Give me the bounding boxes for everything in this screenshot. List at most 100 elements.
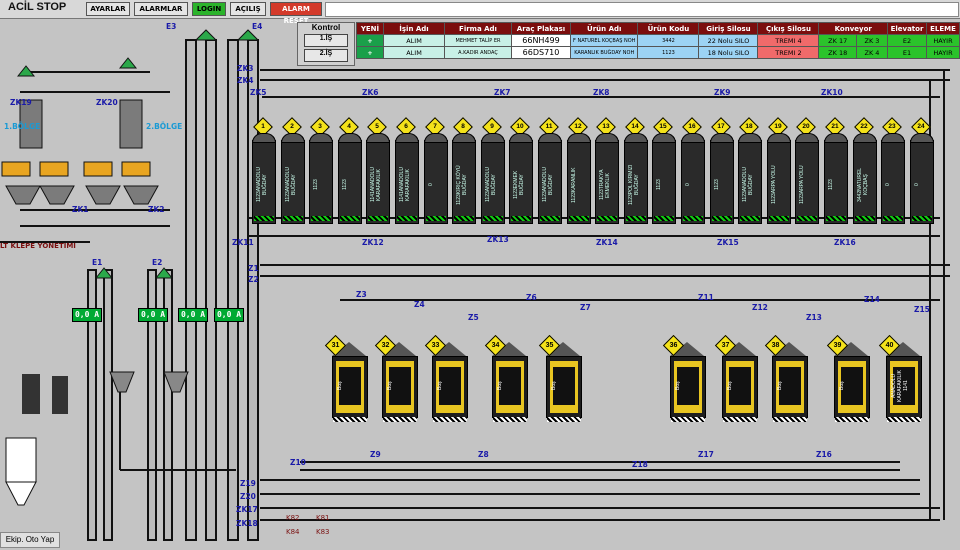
tank-gate [671,417,705,422]
silo[interactable]: 1123ARPA YOLU [766,133,791,224]
silo-code: 0 [913,183,920,187]
silo[interactable]: 0 [881,133,906,224]
silo[interactable]: 1123KIRIÇ KÖYÜ BUĞDAY [452,133,477,224]
k84-label: K84 [286,528,300,536]
silo[interactable]: 1123ANADOLU BUĞDAY [738,133,763,224]
z16-label[interactable]: Z16 [816,450,832,459]
z20-label[interactable]: Z20 [240,492,256,501]
z18-label[interactable]: Z18 [632,460,648,469]
z3-label[interactable]: Z3 [356,290,367,299]
z15-label[interactable]: Z15 [914,305,930,314]
z4-label[interactable]: Z4 [414,300,425,309]
silo[interactable]: 3442NATUREL KOÇBAŞ [852,133,877,224]
z6-label[interactable]: Z6 [526,293,537,302]
zk2-label[interactable]: ZK2 [148,205,164,214]
silo[interactable]: 1123POL KIRMIZI BUĞDAY [623,133,648,224]
tank[interactable]: Boş [834,356,870,422]
tank[interactable]: Boş [670,356,706,422]
silo-number: 13 [602,123,610,130]
zk12-label[interactable]: ZK12 [362,238,384,247]
z19-label[interactable]: Z19 [240,479,256,488]
k81-label: K81 [316,514,330,522]
silo[interactable]: 1123 [652,133,677,224]
z12-label[interactable]: Z12 [752,303,768,312]
silo-number: 20 [802,123,810,130]
silo[interactable]: 0 [681,133,705,224]
z2-label[interactable]: Z2 [248,275,259,284]
z17-label[interactable]: Z17 [698,450,714,459]
valve-management-label[interactable]: LT KLEPE YONETIMI [0,242,76,250]
tank-number: 38 [771,342,780,349]
silo-code: 0 [685,183,691,187]
silo-number: 10 [516,123,524,130]
silo-cap [852,133,877,143]
silo[interactable]: 0 [909,133,934,224]
zk1-label[interactable]: ZK1 [72,205,88,214]
e1-label: E1 [92,258,103,267]
silo-gate [711,216,732,221]
tank[interactable]: ANADOLU KARAFAKILIK 1141 [886,356,922,422]
zk3-label[interactable]: ZK3 [237,64,253,73]
tank[interactable]: Boş [772,356,808,422]
silo[interactable]: 1123TRAKYA EKMEKLIK [595,133,620,224]
tank-content: Boş [337,381,343,391]
zk7-label[interactable]: ZK7 [494,88,510,97]
z7-label[interactable]: Z7 [580,303,591,312]
silo[interactable]: 1123ANADOLU BUĞDAY [280,133,305,224]
z11-label[interactable]: Z11 [698,293,714,302]
silo[interactable]: 1123ANADOLU BUĞDAY [252,133,276,224]
silo[interactable]: 1123KARANLIK [566,133,591,224]
zk18-label[interactable]: ZK18 [236,519,258,528]
tank[interactable]: Boş [332,356,368,422]
tank[interactable]: Boş [432,356,468,422]
silo[interactable]: 1123EKMEK BUĞDAY [509,133,534,224]
zk6-label[interactable]: ZK6 [362,88,378,97]
z1-label[interactable]: Z1 [248,264,259,273]
silo-cap [280,133,305,143]
z9-label[interactable]: Z9 [370,450,381,459]
z5-label[interactable]: Z5 [468,313,479,322]
zk13-label[interactable]: ZK13 [487,235,509,244]
zk15-label[interactable]: ZK15 [717,238,739,247]
zk8-label[interactable]: ZK8 [593,88,609,97]
zk19-label[interactable]: ZK19 [10,98,32,107]
zk4-label[interactable]: ZK4 [237,76,253,85]
silo[interactable]: 1141ANADOLU KARAFAKILIK [395,133,419,224]
silo-content: 1123POL KIRMIZI BUĞDAY [628,161,644,209]
silo-gate [339,216,360,221]
tank-gate [333,417,367,422]
tank[interactable]: Boş [722,356,758,422]
z14-label[interactable]: Z14 [864,295,880,304]
silo-content: 1123 [714,161,730,209]
silo-number: 1 [261,123,265,130]
silo-gate [826,216,846,221]
zk9-label[interactable]: ZK9 [714,88,730,97]
silo[interactable]: 1123 [709,133,734,224]
zk5-label[interactable]: ZK5 [250,88,266,97]
tank[interactable]: Boş [492,356,528,422]
auto-equipment-button[interactable]: Ekip. Oto Yap [0,532,60,548]
silo[interactable]: 0 [423,133,448,224]
region-2-label: 2.BÖLGE [146,122,183,131]
z13-label[interactable]: Z13 [806,313,822,322]
zk16-label[interactable]: ZK16 [834,238,856,247]
silo[interactable]: 1123ANADOLU BUĞDAY [480,133,505,224]
zk14-label[interactable]: ZK14 [596,238,618,247]
silo[interactable]: 1141ANADOLU KARAFAKILIK [366,133,391,224]
silo[interactable]: 1123 [309,133,334,224]
zk10-label[interactable]: ZK10 [821,88,843,97]
silo[interactable]: 1123ANADOLU BUĞDAY [538,133,562,224]
z10-label[interactable]: Z10 [290,458,306,467]
z8-label[interactable]: Z8 [478,450,489,459]
silo[interactable]: 1123ARPA YOLU [795,133,820,224]
zk20-label[interactable]: ZK20 [96,98,118,107]
tank-content: Boş [551,381,557,391]
silo-product: ANADOLU BUĞDAY [256,167,268,196]
silo[interactable]: 1123 [824,133,848,224]
k82-label: K82 [286,514,300,522]
tank[interactable]: Boş [546,356,582,422]
zk17-label[interactable]: ZK17 [236,505,258,514]
tank[interactable]: Boş [382,356,418,422]
zk11-label[interactable]: ZK11 [232,238,254,247]
silo[interactable]: 1123 [337,133,362,224]
